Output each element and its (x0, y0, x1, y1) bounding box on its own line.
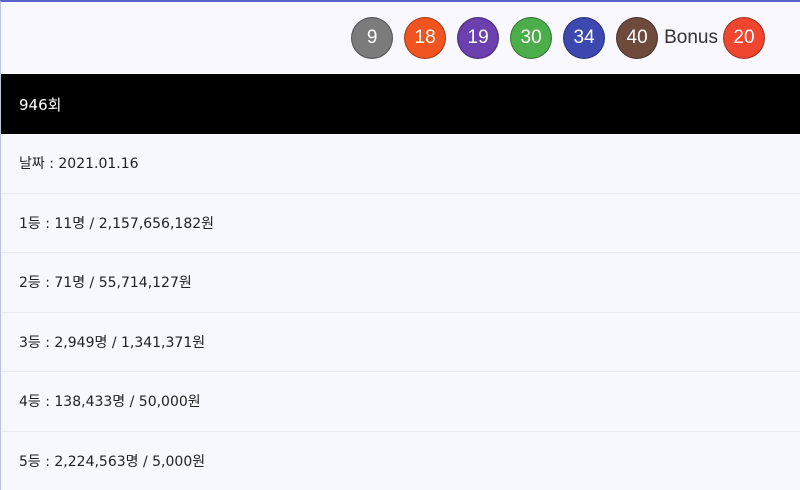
prize-text: 5등 : 2,224,563명 / 5,000원 (19, 454, 206, 471)
prize-text: 4등 : 138,433명 / 50,000원 (19, 394, 201, 411)
prize-row-5th: 5등 : 2,224,563명 / 5,000원 (1, 431, 800, 490)
number-ball: 19 (457, 17, 500, 59)
prize-row-3rd: 3등 : 2,949명 / 1,341,371원 (1, 312, 800, 372)
draw-round-title: 946회 (19, 95, 62, 114)
number-ball: 40 (616, 17, 659, 59)
draw-round-header: 946회 (1, 74, 800, 134)
number-ball: 18 (404, 17, 447, 59)
prize-info-list: 날짜 : 2021.01.16 1등 : 11명 / 2,157,656,182… (1, 134, 800, 490)
lotto-result-panel: 9 18 19 30 34 40 Bonus 20 946회 날짜 : 2021… (0, 0, 800, 490)
prize-row-4th: 4등 : 138,433명 / 50,000원 (1, 372, 800, 432)
bonus-label: Bonus (664, 27, 718, 48)
prize-text: 3등 : 2,949명 / 1,341,371원 (19, 334, 206, 351)
draw-date-text: 날짜 : 2021.01.16 (19, 156, 139, 173)
winning-numbers-row: 9 18 19 30 34 40 Bonus 20 (1, 2, 800, 74)
number-ball: 9 (351, 17, 394, 59)
prize-text: 2등 : 71명 / 55,714,127원 (19, 275, 192, 292)
prize-row-1st: 1등 : 11명 / 2,157,656,182원 (1, 193, 800, 253)
draw-date-row: 날짜 : 2021.01.16 (1, 134, 800, 194)
number-ball: 34 (563, 17, 606, 59)
prize-text: 1등 : 11명 / 2,157,656,182원 (19, 215, 215, 232)
bonus-ball: 20 (723, 17, 765, 59)
prize-row-2nd: 2등 : 71명 / 55,714,127원 (1, 253, 800, 313)
number-ball: 30 (510, 17, 553, 59)
